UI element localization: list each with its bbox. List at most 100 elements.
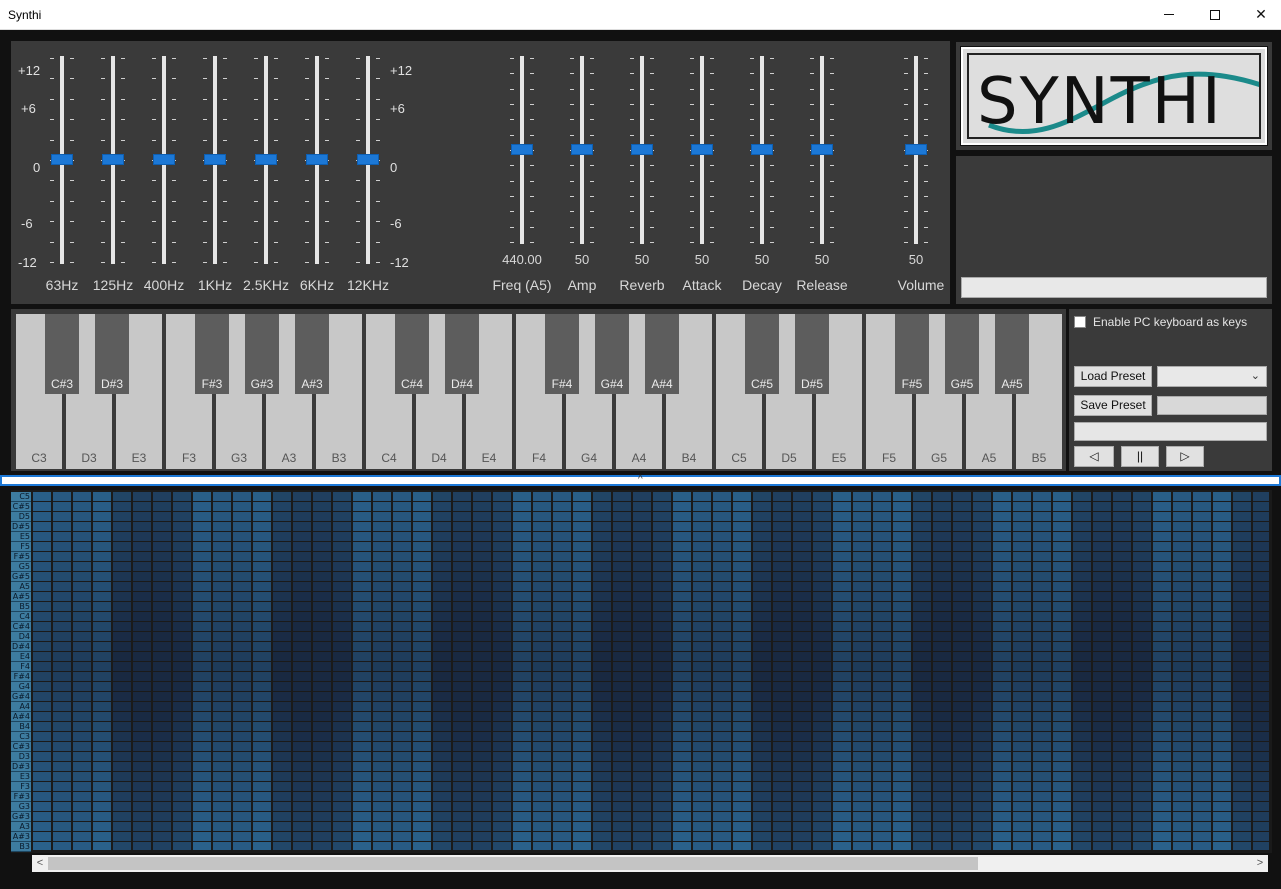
sequencer-cell[interactable] xyxy=(1073,722,1091,731)
sequencer-cell[interactable] xyxy=(73,552,91,561)
sequencer-cell[interactable] xyxy=(773,732,791,741)
sequencer-cell[interactable] xyxy=(253,712,271,721)
sequencer-cell[interactable] xyxy=(573,812,591,821)
sequencer-cell[interactable] xyxy=(293,542,311,551)
sequencer-cell[interactable] xyxy=(1033,712,1051,721)
sequencer-cell[interactable] xyxy=(153,842,171,850)
sequencer-cell[interactable] xyxy=(933,622,951,631)
sequencer-cell[interactable] xyxy=(273,492,291,501)
sequencer-cell[interactable] xyxy=(153,542,171,551)
sequencer-cell[interactable] xyxy=(253,652,271,661)
sequencer-cell[interactable] xyxy=(433,592,451,601)
sequencer-cell[interactable] xyxy=(353,542,371,551)
sequencer-cell[interactable] xyxy=(233,492,251,501)
sequencer-cell[interactable] xyxy=(953,752,971,761)
sequencer-cell[interactable] xyxy=(473,762,491,771)
sequencer-cell[interactable] xyxy=(973,772,991,781)
sequencer-cell[interactable] xyxy=(913,812,931,821)
sequencer-cell[interactable] xyxy=(653,782,671,791)
black-key-gsharp3[interactable]: G#3 xyxy=(245,314,279,394)
sequencer-cell[interactable] xyxy=(633,722,651,731)
sequencer-cell[interactable] xyxy=(73,492,91,501)
sequencer-cell[interactable] xyxy=(393,842,411,850)
sequencer-cell[interactable] xyxy=(653,542,671,551)
sequencer-cell[interactable] xyxy=(273,632,291,641)
sequencer-cell[interactable] xyxy=(213,782,231,791)
sequencer-cell[interactable] xyxy=(913,602,931,611)
sequencer-cell[interactable] xyxy=(873,612,891,621)
sequencer-cell[interactable] xyxy=(73,732,91,741)
sequencer-cell[interactable] xyxy=(853,812,871,821)
sequencer-cell[interactable] xyxy=(1233,552,1251,561)
sequencer-cell[interactable] xyxy=(73,762,91,771)
sequencer-cell[interactable] xyxy=(393,722,411,731)
sequencer-cell[interactable] xyxy=(653,592,671,601)
sequencer-cell[interactable] xyxy=(153,682,171,691)
sequencer-cell[interactable] xyxy=(813,542,831,551)
sequencer-cell[interactable] xyxy=(173,732,191,741)
sequencer-cell[interactable] xyxy=(153,652,171,661)
sequencer-cell[interactable] xyxy=(1133,582,1151,591)
sequencer-cell[interactable] xyxy=(213,812,231,821)
sequencer-cell[interactable] xyxy=(793,632,811,641)
slider-volume[interactable] xyxy=(896,56,936,244)
sequencer-cell[interactable] xyxy=(673,712,691,721)
sequencer-cell[interactable] xyxy=(173,542,191,551)
sequencer-cell[interactable] xyxy=(813,622,831,631)
sequencer-cell[interactable] xyxy=(853,802,871,811)
sequencer-cell[interactable] xyxy=(993,612,1011,621)
sequencer-cell[interactable] xyxy=(913,652,931,661)
sequencer-cell[interactable] xyxy=(413,722,431,731)
sequencer-cell[interactable] xyxy=(613,672,631,681)
sequencer-cell[interactable] xyxy=(413,672,431,681)
sequencer-cell[interactable] xyxy=(613,662,631,671)
sequencer-cell[interactable] xyxy=(473,772,491,781)
sequencer-cell[interactable] xyxy=(1253,642,1269,651)
sequencer-cell[interactable] xyxy=(1033,502,1051,511)
sequencer-cell[interactable] xyxy=(33,652,51,661)
sequencer-cell[interactable] xyxy=(713,632,731,641)
sequencer-cell[interactable] xyxy=(73,632,91,641)
black-key-csharp5[interactable]: C#5 xyxy=(745,314,779,394)
sequencer-cell[interactable] xyxy=(893,722,911,731)
sequencer-cell[interactable] xyxy=(793,702,811,711)
sequencer-cell[interactable] xyxy=(993,772,1011,781)
sequencer-cell[interactable] xyxy=(573,762,591,771)
sequencer-cell[interactable] xyxy=(833,762,851,771)
sequencer-cell[interactable] xyxy=(213,552,231,561)
sequencer-cell[interactable] xyxy=(893,672,911,681)
sequencer-cell[interactable] xyxy=(193,642,211,651)
sequencer-cell[interactable] xyxy=(53,692,71,701)
sequencer-cell[interactable] xyxy=(1233,542,1251,551)
minimize-button[interactable] xyxy=(1146,0,1192,29)
sequencer-cell[interactable] xyxy=(653,512,671,521)
sequencer-cell[interactable] xyxy=(473,822,491,831)
sequencer-cell[interactable] xyxy=(413,592,431,601)
sequencer-cell[interactable] xyxy=(93,822,111,831)
sequencer-cell[interactable] xyxy=(593,602,611,611)
sequencer-cell[interactable] xyxy=(233,722,251,731)
sequencer-cell[interactable] xyxy=(693,682,711,691)
sequencer-cell[interactable] xyxy=(893,522,911,531)
sequencer-cell[interactable] xyxy=(1173,742,1191,751)
sequencer-cell[interactable] xyxy=(573,682,591,691)
sequencer-cell[interactable] xyxy=(253,512,271,521)
sequencer-cell[interactable] xyxy=(233,702,251,711)
sequencer-cell[interactable] xyxy=(473,582,491,591)
sequencer-cell[interactable] xyxy=(873,682,891,691)
sequencer-cell[interactable] xyxy=(33,712,51,721)
sequencer-cell[interactable] xyxy=(533,832,551,841)
sequencer-cell[interactable] xyxy=(1093,562,1111,571)
sequencer-cell[interactable] xyxy=(93,782,111,791)
sequencer-cell[interactable] xyxy=(873,502,891,511)
sequencer-cell[interactable] xyxy=(833,602,851,611)
sequencer-cell[interactable] xyxy=(793,572,811,581)
sequencer-cell[interactable] xyxy=(93,622,111,631)
close-button[interactable]: ✕ xyxy=(1238,0,1281,29)
sequencer-cell[interactable] xyxy=(693,782,711,791)
sequencer-cell[interactable] xyxy=(1233,582,1251,591)
sequencer-cell[interactable] xyxy=(313,622,331,631)
sequencer-cell[interactable] xyxy=(393,632,411,641)
sequencer-cell[interactable] xyxy=(113,622,131,631)
sequencer-cell[interactable] xyxy=(1093,602,1111,611)
